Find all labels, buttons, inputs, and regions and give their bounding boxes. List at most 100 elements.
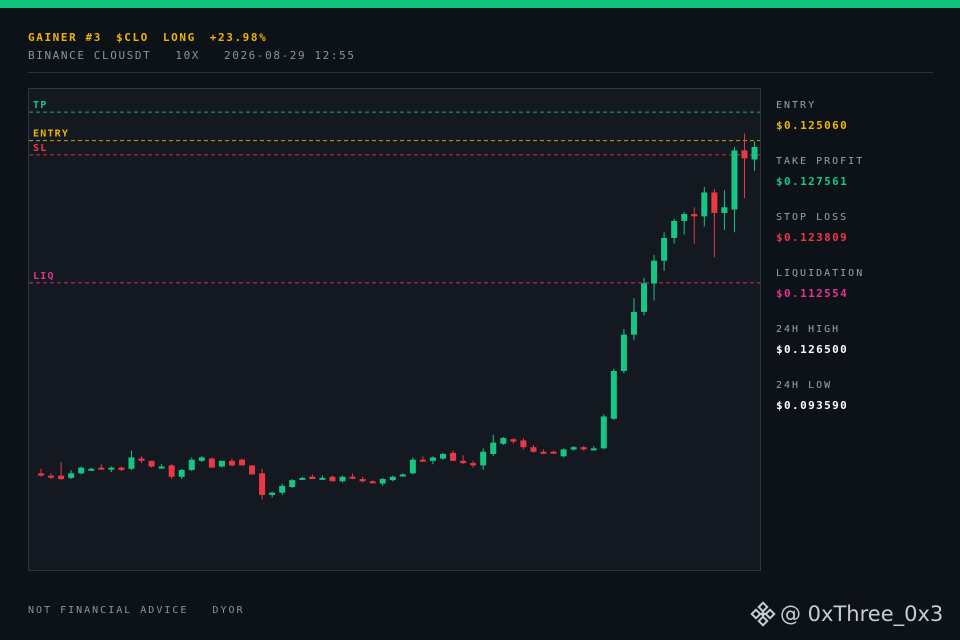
exchange-pair: BINANCE CLOUSDT — [28, 49, 152, 62]
candle-body — [701, 192, 708, 217]
candle — [460, 455, 467, 465]
candle — [751, 141, 758, 171]
candle — [188, 457, 195, 472]
candle — [701, 186, 708, 227]
candle-body — [731, 150, 738, 210]
candle — [500, 436, 507, 445]
candle — [279, 483, 286, 495]
candle-body — [600, 416, 607, 449]
candle-body — [289, 480, 296, 487]
candle-body — [450, 452, 457, 461]
stat-stop-loss: STOP LOSS $0.123809 — [776, 212, 946, 268]
candle — [590, 446, 597, 451]
candle-body — [359, 479, 366, 482]
candle-body — [158, 466, 165, 469]
candle-body — [620, 334, 627, 372]
candle — [419, 456, 426, 462]
candle-body — [78, 467, 85, 474]
candle-body — [48, 475, 55, 478]
candle — [208, 457, 215, 468]
candle — [490, 434, 497, 457]
stat-label: TAKE PROFIT — [776, 156, 865, 167]
candle — [691, 207, 698, 244]
candle-body — [208, 458, 215, 468]
candle — [681, 211, 688, 235]
candle — [711, 189, 718, 258]
stat-value: $0.125060 — [776, 119, 849, 132]
stat-label: ENTRY — [776, 100, 817, 111]
candle — [530, 444, 537, 453]
candle-body — [641, 283, 647, 312]
candle — [641, 277, 647, 316]
candle — [239, 458, 245, 466]
candle — [349, 473, 356, 480]
candle-body — [711, 192, 718, 213]
candle — [520, 438, 527, 450]
disclaimer: NOT FINANCIAL ADVICE — [28, 605, 189, 616]
header-line-1: GAINER #3 $CLO LONG +23.98% — [28, 31, 281, 44]
candle-body — [218, 460, 225, 467]
candle — [269, 491, 276, 498]
candle-body — [651, 260, 658, 284]
stat-24h-high: 24H HIGH $0.126500 — [776, 324, 946, 380]
candle-body — [88, 468, 95, 471]
candle — [620, 328, 627, 374]
watermark-handle: @ 0xThree_0x3 — [780, 602, 944, 626]
candle-body — [429, 457, 436, 461]
candle — [440, 452, 446, 460]
position-side: LONG — [162, 31, 196, 44]
candle-body — [630, 311, 637, 335]
candle — [299, 476, 306, 481]
candle-body — [681, 214, 688, 221]
candle-body — [550, 451, 557, 454]
stat-value: $0.127561 — [776, 175, 849, 188]
candle — [389, 475, 396, 482]
price-chart: TP ENTRY SL LIQ — [28, 88, 761, 571]
candle-body — [500, 438, 507, 444]
candle — [369, 480, 376, 484]
candle — [158, 464, 165, 469]
candle — [550, 450, 557, 455]
candle-body — [98, 467, 105, 470]
stat-label: 24H HIGH — [776, 324, 841, 335]
candle-body — [610, 371, 617, 419]
candle-body — [399, 474, 406, 477]
candle — [379, 477, 386, 486]
candle-body — [470, 463, 477, 466]
candle — [630, 298, 637, 341]
candle-body — [299, 477, 306, 480]
candle — [198, 456, 205, 462]
footer: NOT FINANCIAL ADVICE DYOR — [28, 605, 269, 616]
candle-body — [570, 447, 577, 450]
candle-body — [580, 447, 587, 450]
candle-body — [691, 214, 698, 217]
candle — [741, 133, 748, 199]
candle — [118, 466, 125, 472]
candle-body — [510, 439, 517, 442]
candle — [339, 475, 346, 483]
candle-body — [259, 473, 266, 495]
candle — [88, 467, 95, 472]
candle — [289, 479, 296, 489]
candle-body — [329, 476, 336, 482]
candle-body — [460, 460, 467, 464]
stat-24h-low: 24H LOW $0.093590 — [776, 380, 946, 436]
candle — [731, 146, 738, 233]
stat-liquidation: LIQUIDATION $0.112554 — [776, 268, 946, 324]
stat-value: $0.123809 — [776, 231, 849, 244]
candle-body — [661, 237, 668, 261]
candle — [510, 438, 517, 444]
candle-body — [389, 476, 396, 481]
header-divider — [28, 72, 933, 73]
candle — [218, 460, 225, 468]
candle-body — [671, 220, 678, 238]
stat-label: 24H LOW — [776, 380, 833, 391]
candle-body — [440, 454, 446, 459]
candle — [309, 474, 316, 480]
candle — [570, 446, 577, 451]
candle — [168, 464, 175, 480]
candle-body — [269, 492, 276, 495]
timestamp: 2026-08-29 12:55 — [224, 49, 356, 62]
candle-body — [741, 150, 748, 159]
candle-body — [309, 476, 316, 480]
